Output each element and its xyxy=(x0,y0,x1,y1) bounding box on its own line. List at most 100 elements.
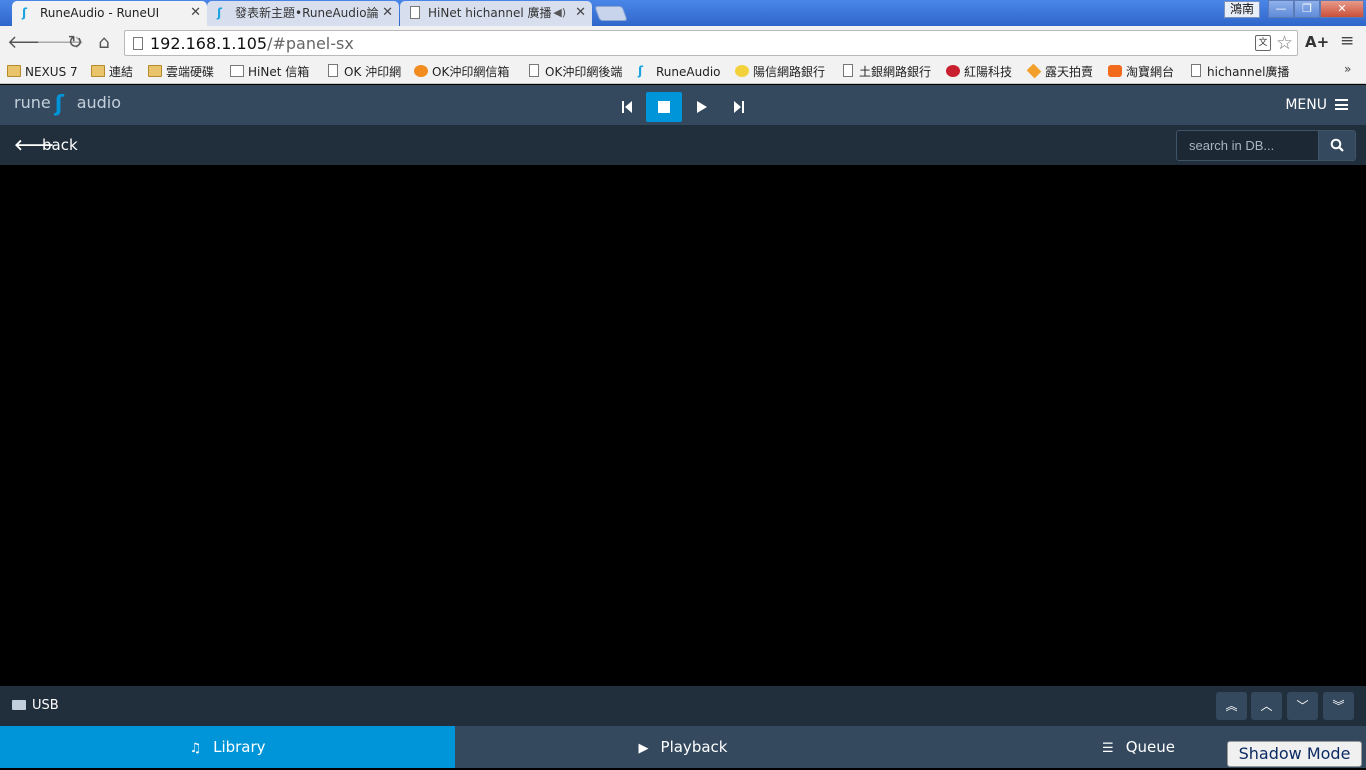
scroll-top-button[interactable]: ︽ xyxy=(1216,692,1247,720)
page-icon xyxy=(328,64,338,77)
mail-orange-icon xyxy=(414,65,428,77)
library-subheader: 🡐back xyxy=(0,125,1366,165)
play-icon: ▶ xyxy=(638,741,649,756)
browser-tab-hichannel[interactable]: HiNet hichannel 廣播 ◀) ✕ xyxy=(400,1,592,26)
folder-icon xyxy=(7,65,21,77)
list-icon: ☰ xyxy=(1102,741,1114,756)
ruten-icon xyxy=(1026,63,1042,79)
bookmark-item[interactable]: NEXUS 7 xyxy=(7,63,78,81)
previous-button[interactable] xyxy=(609,92,645,122)
page-icon xyxy=(1191,64,1201,77)
browser-toolbar: 🡐 🡒 ↻ ⌂ 192.168.1.105/#panel-sx 文 ☆ A+ ≡ xyxy=(0,26,1366,60)
db-search-button[interactable] xyxy=(1318,131,1355,160)
tab-playback[interactable]: ▶ Playback xyxy=(455,726,911,768)
bookmarks-bar: NEXUS 7 連結 雲端硬碟 HiNet 信箱 OK 沖印網 OK沖印網信箱 … xyxy=(0,60,1366,84)
page-icon xyxy=(529,64,539,77)
hamburger-icon xyxy=(1335,99,1348,110)
chevron-down-icon: ﹀ xyxy=(1296,699,1309,713)
browser-tab-title: RuneAudio - RuneUI xyxy=(40,6,160,20)
scroll-down-button[interactable]: ﹀ xyxy=(1287,692,1318,720)
tab-playback-label: Playback xyxy=(660,738,728,756)
home-icon[interactable]: ⌂ xyxy=(94,32,114,54)
menu-label: MENU xyxy=(1285,97,1327,113)
bookmark-item[interactable]: hichannel廣播 xyxy=(1189,63,1289,81)
tab-close-icon[interactable]: ✕ xyxy=(382,1,393,25)
bookmark-item[interactable]: OK 沖印網 xyxy=(326,63,401,81)
bookmark-item[interactable]: OK沖印網後端 xyxy=(527,63,622,81)
browser-tab-strip: ʃ RuneAudio - RuneUI ✕ ʃ 發表新主題•RuneAudio… xyxy=(0,0,1366,26)
reload-icon[interactable]: ↻ xyxy=(65,32,85,54)
page-icon xyxy=(133,37,143,50)
main-menu-button[interactable]: MENU xyxy=(1285,97,1348,113)
taobao-icon xyxy=(1108,65,1122,77)
new-tab-button[interactable] xyxy=(594,6,628,21)
folder-icon xyxy=(91,65,105,77)
window-close-button[interactable]: ✕ xyxy=(1320,0,1364,18)
arrow-left-icon: 🡐 xyxy=(14,136,55,154)
next-button[interactable] xyxy=(721,92,757,122)
bookmark-label: 雲端硬碟 xyxy=(166,65,215,79)
bookmark-star-icon[interactable]: ☆ xyxy=(1276,32,1293,54)
back-arrow-icon[interactable]: 🡐 xyxy=(7,32,55,54)
bottom-tab-bar: ♫ Library ▶ Playback ☰ Queue xyxy=(0,726,1366,768)
play-icon xyxy=(697,101,707,113)
window-user-badge[interactable]: 鴻南 xyxy=(1224,1,1260,18)
double-chevron-up-icon: ︽ xyxy=(1225,699,1238,713)
bookmark-item[interactable]: 雲端硬碟 xyxy=(148,63,214,81)
window-minimize-button[interactable]: — xyxy=(1268,0,1294,18)
play-button[interactable] xyxy=(684,92,720,122)
stop-icon xyxy=(658,101,670,113)
tab-close-icon[interactable]: ✕ xyxy=(575,1,586,25)
double-chevron-down-icon: ︾ xyxy=(1332,699,1345,713)
page-favicon-icon xyxy=(410,6,420,19)
scroll-up-button[interactable]: ︿ xyxy=(1251,692,1282,720)
forward-arrow-icon[interactable]: 🡒 xyxy=(36,32,84,54)
bookmark-item[interactable]: HiNet 信箱 xyxy=(230,63,309,81)
tab-library[interactable]: ♫ Library xyxy=(0,726,455,768)
previous-icon xyxy=(622,101,632,113)
bookmark-item[interactable]: 土銀網路銀行 xyxy=(841,63,931,81)
current-path[interactable]: USB xyxy=(12,698,59,713)
rune-audio-logo[interactable]: rune ʃ audio xyxy=(14,93,122,116)
db-search-input[interactable] xyxy=(1177,131,1319,160)
address-url[interactable]: 192.168.1.105/#panel-sx xyxy=(150,34,354,53)
music-note-icon: ♫ xyxy=(189,741,202,756)
library-content-area xyxy=(0,165,1366,686)
browser-tab-runeaudio[interactable]: ʃ RuneAudio - RuneUI ✕ xyxy=(12,1,207,26)
mail-icon xyxy=(230,65,244,77)
browser-tab-forum[interactable]: ʃ 發表新主題•RuneAudio論 ✕ xyxy=(207,1,399,26)
bookmark-label: 連結 xyxy=(109,65,134,79)
rune-favicon-icon: ʃ xyxy=(22,6,27,20)
bookmark-item[interactable]: 淘寶網台 xyxy=(1108,63,1174,81)
bookmark-item[interactable]: ʃ RuneAudio xyxy=(638,63,721,81)
window-maximize-button[interactable]: ❐ xyxy=(1294,0,1320,18)
tab-library-label: Library xyxy=(213,738,266,756)
tab-close-icon[interactable]: ✕ xyxy=(190,1,201,25)
back-button[interactable]: 🡐back xyxy=(14,135,78,154)
bookmark-label: OK沖印網信箱 xyxy=(432,65,510,79)
translate-icon[interactable]: 文 xyxy=(1255,35,1271,51)
rune-icon: ʃ xyxy=(638,64,643,78)
bookmark-item[interactable]: 紅陽科技 xyxy=(946,63,1012,81)
logo-text-right: audio xyxy=(76,93,122,112)
bookmark-item[interactable]: 連結 xyxy=(91,63,133,81)
stop-button[interactable] xyxy=(646,92,682,122)
bookmark-item[interactable]: OK沖印網信箱 xyxy=(414,63,509,81)
bookmark-label: OK沖印網後端 xyxy=(545,65,623,79)
browser-menu-icon[interactable]: ≡ xyxy=(1340,31,1354,51)
bookmark-item[interactable]: 露天拍賣 xyxy=(1026,63,1093,81)
bookmarks-overflow-icon[interactable]: » xyxy=(1344,62,1351,76)
address-bar[interactable]: 192.168.1.105/#panel-sx 文 ☆ xyxy=(124,30,1298,56)
folder-open-icon xyxy=(12,700,26,710)
rune-favicon-icon: ʃ xyxy=(217,6,222,20)
bookmark-label: OK 沖印網 xyxy=(344,65,402,79)
shadow-mode-button[interactable]: Shadow Mode xyxy=(1227,741,1362,767)
bookmark-label: 淘寶網台 xyxy=(1126,65,1175,79)
bookmark-item[interactable]: 陽信網路銀行 xyxy=(735,63,825,81)
bookmark-label: 土銀網路銀行 xyxy=(859,65,932,79)
scroll-bottom-button[interactable]: ︾ xyxy=(1323,692,1354,720)
db-search xyxy=(1176,130,1356,161)
browser-tab-title: 發表新主題•RuneAudio論 xyxy=(235,6,379,20)
bookmark-label: HiNet 信箱 xyxy=(248,65,310,79)
font-size-extension-icon[interactable]: A+ xyxy=(1305,33,1329,51)
